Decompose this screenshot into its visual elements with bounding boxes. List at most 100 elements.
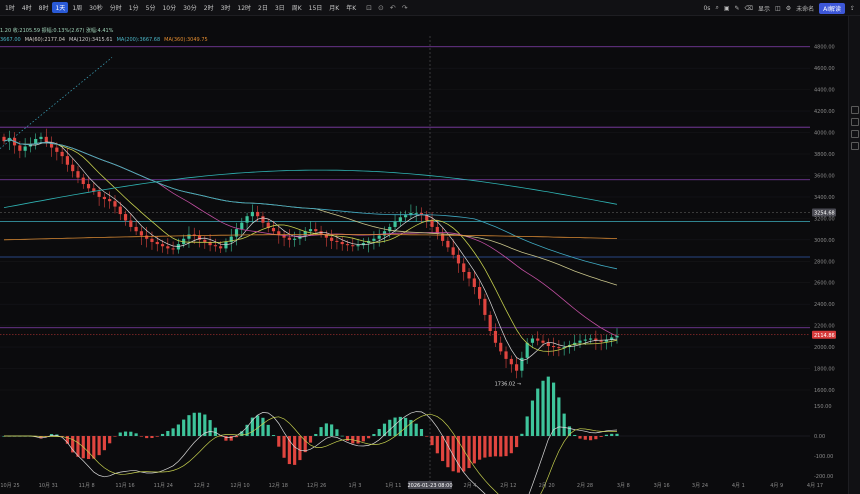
macd-bar-69 — [367, 436, 371, 439]
candle-body-113 — [599, 340, 603, 342]
candle-body-76 — [404, 215, 408, 218]
redo-icon[interactable]: ↷ — [402, 4, 408, 12]
price-tick-7: 3400.00 — [814, 195, 835, 201]
candle-body-95 — [504, 351, 508, 359]
ruler-icon[interactable] — [850, 106, 859, 114]
macd-bar-81 — [430, 436, 434, 446]
crosshair-date-text: 2026-01-23 08:00 — [407, 483, 452, 489]
timeframe-15[interactable]: 3日 — [272, 2, 288, 13]
candle-body-63 — [335, 240, 339, 242]
timeframe-11[interactable]: 2时 — [201, 2, 217, 13]
candle-body-55 — [293, 238, 297, 240]
macd-bar-70 — [372, 434, 376, 436]
low-price-marker: 1736.02 → — [495, 381, 521, 387]
macd-bar-64 — [340, 435, 344, 437]
timeframe-18[interactable]: 月K — [326, 2, 342, 13]
macd-bar-108 — [573, 434, 577, 436]
time-label-21: 4月 17 — [807, 483, 823, 489]
indicator-icon[interactable]: ⊡ — [366, 4, 372, 12]
legend-ma-4: MA(360):3049.75 — [164, 37, 208, 43]
candle-body-89 — [472, 278, 476, 288]
camera-icon[interactable]: ◫ — [775, 5, 781, 12]
price-tick-8: 3200.00 — [814, 216, 835, 222]
legend-ma-3: MA(200):3667.68 — [116, 37, 161, 43]
timeframe-7[interactable]: 1分 — [126, 2, 142, 13]
settings-icon[interactable]: ⚙ — [786, 5, 791, 12]
timeframe-9[interactable]: 10分 — [159, 2, 179, 13]
timeframe-13[interactable]: 12时 — [234, 2, 254, 13]
candle-body-10 — [55, 147, 59, 152]
macd-bar-71 — [377, 428, 381, 436]
candle-body-74 — [393, 221, 397, 227]
timeframe-2[interactable]: 8时 — [36, 2, 52, 13]
timeframe-1[interactable]: 4时 — [19, 2, 35, 13]
time-label-8: 12月 26 — [307, 483, 326, 489]
measure-icon[interactable] — [850, 130, 859, 138]
trash-icon[interactable]: ⌫ — [745, 5, 753, 12]
macd-bar-57 — [303, 436, 307, 453]
time-label-18: 3月 24 — [692, 483, 708, 489]
macd-bar-67 — [356, 436, 360, 444]
candle-body-99 — [525, 342, 529, 358]
time-label-1: 10月 31 — [39, 483, 58, 489]
share-icon[interactable]: ⇪ — [850, 5, 855, 12]
timeframe-0[interactable]: 1时 — [2, 2, 18, 13]
timeframe-14[interactable]: 2日 — [255, 2, 271, 13]
legend-ohlc-text: 1.20 收:2105.59 振幅:0.13%(2.67) 涨幅:4.41% — [0, 28, 114, 34]
time-offset[interactable]: 0s — [703, 5, 710, 12]
timeframe-16[interactable]: 周K — [289, 2, 305, 13]
macd-bar-111 — [588, 436, 593, 441]
macd-bar-31 — [166, 430, 170, 436]
macd-bar-60 — [319, 427, 323, 436]
price-tick-12: 2400.00 — [814, 302, 835, 308]
legend-ma-1: MA(60):2177.04 — [24, 37, 66, 43]
macd-bar-21 — [113, 436, 117, 437]
layout-icon[interactable]: ▣ — [724, 5, 730, 12]
candle-body-15 — [81, 177, 85, 185]
display-button[interactable]: 显示 — [758, 4, 770, 13]
timeframe-19[interactable]: 年K — [343, 2, 359, 13]
candle-body-31 — [166, 246, 170, 249]
candle-body-110 — [583, 339, 587, 341]
price-tick-0: 4800.00 — [814, 45, 835, 51]
candle-body-65 — [345, 244, 350, 246]
timeframe-5[interactable]: 30秒 — [86, 2, 106, 13]
layout-name[interactable]: 未命名 — [796, 4, 814, 13]
candle-body-51 — [271, 228, 276, 232]
timeframe-17[interactable]: 15日 — [306, 2, 326, 13]
price-tick-15: 1800.00 — [814, 367, 835, 373]
time-label-9: 1月 3 — [349, 483, 362, 489]
macd-bar-62 — [330, 424, 334, 436]
candle-body-7 — [39, 136, 43, 139]
macd-bar-106 — [562, 413, 566, 436]
ai-analysis-button[interactable]: AI解读 — [819, 2, 845, 14]
undo-icon[interactable]: ↶ — [390, 4, 396, 12]
candle-body-41 — [219, 246, 223, 249]
macd-bar-114 — [604, 434, 609, 436]
timeframe-8[interactable]: 5分 — [143, 2, 159, 13]
grid-icon[interactable] — [850, 142, 859, 150]
macd-bar-65 — [345, 436, 350, 441]
candle-body-48 — [256, 211, 260, 217]
macd-bar-18 — [97, 436, 101, 456]
candle-body-97 — [515, 364, 519, 371]
timeframe-3[interactable]: 1天 — [52, 2, 69, 13]
time-label-10: 1月 11 — [385, 483, 401, 489]
alert-icon[interactable]: ⊙ — [378, 4, 384, 12]
timeframe-selector: 1时 4时 8时 1天 1周 30秒 分时 1分 5分 10分 30分 2时 3时 12时 2日 3日 周K 15… — [0, 2, 360, 13]
macd-tick-0: 150.00 — [814, 404, 832, 410]
macd-bar-24 — [129, 431, 133, 436]
timeframe-10[interactable]: 30分 — [180, 2, 200, 13]
candle-body-22 — [118, 206, 122, 215]
timeframe-12[interactable]: 3时 — [218, 2, 234, 13]
search-icon[interactable]: ⌕ — [715, 4, 718, 12]
text-icon[interactable] — [850, 118, 859, 126]
timeframe-6[interactable]: 分时 — [107, 2, 125, 13]
candlestick-chart[interactable]: 4800.00 4600.00 4400.00 4200.00 4000.00 3800.… — [0, 16, 848, 494]
time-label-7: 12月 18 — [269, 483, 288, 489]
macd-bar-74 — [393, 417, 397, 436]
legend-ohlc: 1.20 收:2105.59 振幅:0.13%(2.67) 涨幅:4.41% — [0, 27, 208, 36]
timeframe-4[interactable]: 1周 — [69, 2, 85, 13]
pen-icon[interactable]: ✎ — [734, 5, 739, 12]
crosshair-price-text: 3254.68 — [814, 210, 835, 216]
